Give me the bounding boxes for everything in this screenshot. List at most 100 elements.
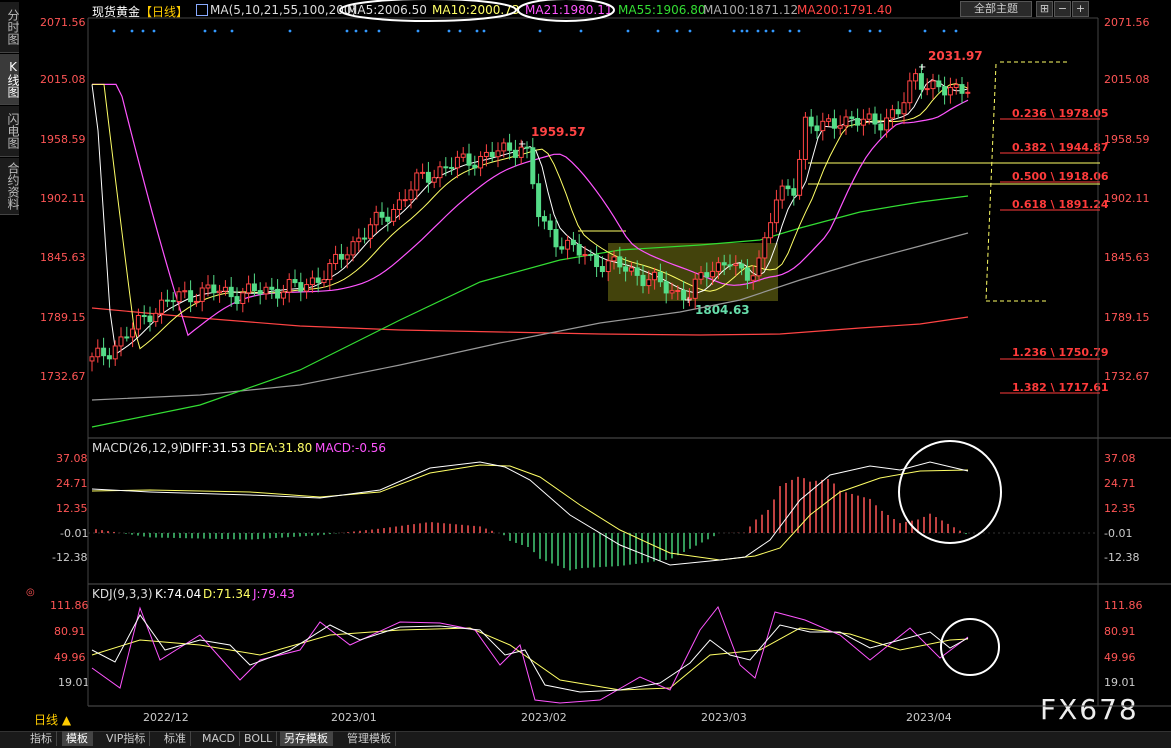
period-selector[interactable]: 日线 ▲ bbox=[34, 711, 71, 728]
candle-body bbox=[646, 279, 652, 287]
tab-templates[interactable]: 模板 bbox=[62, 731, 93, 746]
candle-body bbox=[744, 267, 750, 281]
macd-title: MACD(26,12,9) bbox=[92, 441, 184, 455]
candle-body bbox=[507, 142, 513, 151]
signal-dot bbox=[656, 29, 660, 33]
tab-boll[interactable]: BOLL bbox=[240, 731, 278, 746]
candle-body bbox=[814, 125, 820, 132]
dea-line bbox=[91, 464, 969, 561]
candle-body bbox=[518, 146, 524, 158]
candle-body bbox=[547, 220, 553, 231]
date-label: 2022/12 bbox=[143, 711, 189, 724]
candle-body bbox=[222, 286, 228, 292]
kdj-k-line bbox=[91, 614, 969, 693]
price-chart-area[interactable]: + + + bbox=[0, 0, 1171, 747]
candle-body bbox=[309, 277, 315, 286]
candle-body bbox=[211, 284, 217, 294]
candle-body bbox=[918, 73, 924, 90]
candle-body bbox=[298, 282, 304, 292]
price-tick: 1902.11 bbox=[40, 192, 86, 205]
candle-body bbox=[553, 229, 559, 248]
candle-body bbox=[802, 116, 808, 160]
tab-standard[interactable]: 标准 bbox=[160, 731, 191, 746]
ma21-line bbox=[92, 83, 969, 337]
candle-body bbox=[768, 222, 774, 239]
candle-body bbox=[837, 125, 843, 129]
kdj-tick: 49.96 bbox=[1104, 651, 1136, 664]
macd-value: MACD:-0.56 bbox=[315, 441, 387, 455]
annotation-high-2: 2031.97 bbox=[928, 49, 983, 63]
candle-body bbox=[89, 356, 95, 362]
signal-dot bbox=[447, 29, 451, 33]
price-tick: 2071.56 bbox=[40, 16, 86, 29]
zoom-out-icon[interactable]: − bbox=[1054, 1, 1071, 17]
signal-dot bbox=[141, 29, 145, 33]
candle-body bbox=[808, 116, 814, 127]
ma10-label: MA10:2000.73 bbox=[432, 3, 520, 17]
macd-dea: DEA:31.80 bbox=[249, 441, 313, 455]
tab-macd[interactable]: MACD bbox=[198, 731, 240, 746]
candle-body bbox=[959, 84, 965, 94]
fib-0500: 0.500 \ 1918.06 bbox=[1012, 170, 1109, 183]
macd-tick: -12.38 bbox=[52, 551, 88, 564]
candle-body bbox=[826, 118, 832, 122]
candle-body bbox=[112, 345, 118, 360]
ma5-label: MA5:2006.50 bbox=[347, 3, 427, 17]
candle-body bbox=[559, 246, 565, 250]
theme-select[interactable]: 全部主题 bbox=[960, 1, 1032, 17]
settings-icon[interactable]: ⊞ bbox=[1036, 1, 1053, 17]
candle-body bbox=[367, 224, 373, 239]
tab-lightning[interactable]: 闪电图 bbox=[0, 106, 20, 157]
signal-dot bbox=[675, 29, 679, 33]
tab-vip-indicators[interactable]: VIP指标 bbox=[102, 731, 151, 746]
candle-body bbox=[686, 297, 692, 301]
candle-body bbox=[884, 117, 890, 131]
candle-body bbox=[437, 166, 443, 179]
candle-body bbox=[791, 188, 797, 196]
zoom-in-icon[interactable]: + bbox=[1072, 1, 1089, 17]
candle-body bbox=[576, 244, 582, 256]
tab-manage-template[interactable]: 管理模板 bbox=[343, 731, 396, 746]
candle-body bbox=[599, 266, 605, 273]
candle-body bbox=[965, 91, 971, 94]
tab-indicators[interactable]: 指标 bbox=[26, 731, 57, 746]
candle-body bbox=[721, 262, 727, 266]
candle-body bbox=[704, 272, 710, 278]
candle-body bbox=[414, 172, 420, 191]
candle-body bbox=[524, 146, 530, 149]
macd-tick: 12.35 bbox=[1104, 502, 1136, 515]
candle-body bbox=[95, 347, 101, 358]
candle-body bbox=[228, 286, 234, 298]
annotation-low-1: 1804.63 bbox=[695, 303, 750, 317]
candle-body bbox=[280, 291, 286, 299]
candle-body bbox=[855, 117, 861, 126]
candle-body bbox=[634, 267, 640, 276]
price-tick: 2015.08 bbox=[40, 73, 86, 86]
signal-dot bbox=[732, 29, 736, 33]
macd-tick: 12.35 bbox=[56, 502, 88, 515]
ma55-label: MA55:1906.80 bbox=[618, 3, 706, 17]
candle-body bbox=[866, 113, 872, 120]
date-label: 2023/02 bbox=[521, 711, 567, 724]
price-tick: 1732.67 bbox=[40, 370, 86, 383]
candle-body bbox=[698, 272, 704, 280]
candle-body bbox=[663, 281, 669, 294]
svg-text:+: + bbox=[684, 295, 692, 306]
signal-dot bbox=[688, 29, 692, 33]
candle-body bbox=[118, 336, 124, 347]
tab-save-template[interactable]: 另存模板 bbox=[280, 731, 333, 746]
candle-body bbox=[907, 80, 913, 104]
candle-body bbox=[756, 257, 762, 277]
candle-body bbox=[570, 239, 576, 246]
tab-contract-info[interactable]: 合约资料 bbox=[0, 158, 20, 215]
signal-dot bbox=[740, 29, 744, 33]
candle-body bbox=[930, 80, 936, 90]
kdj-tick: 19.01 bbox=[1104, 676, 1136, 689]
candle-body bbox=[536, 183, 542, 218]
tab-kline[interactable]: K线图 bbox=[0, 54, 20, 105]
candle-body bbox=[582, 254, 588, 257]
tab-timeshare[interactable]: 分时图 bbox=[0, 2, 20, 53]
candle-body bbox=[541, 216, 547, 222]
candle-body bbox=[124, 336, 130, 339]
signal-dot bbox=[458, 29, 462, 33]
